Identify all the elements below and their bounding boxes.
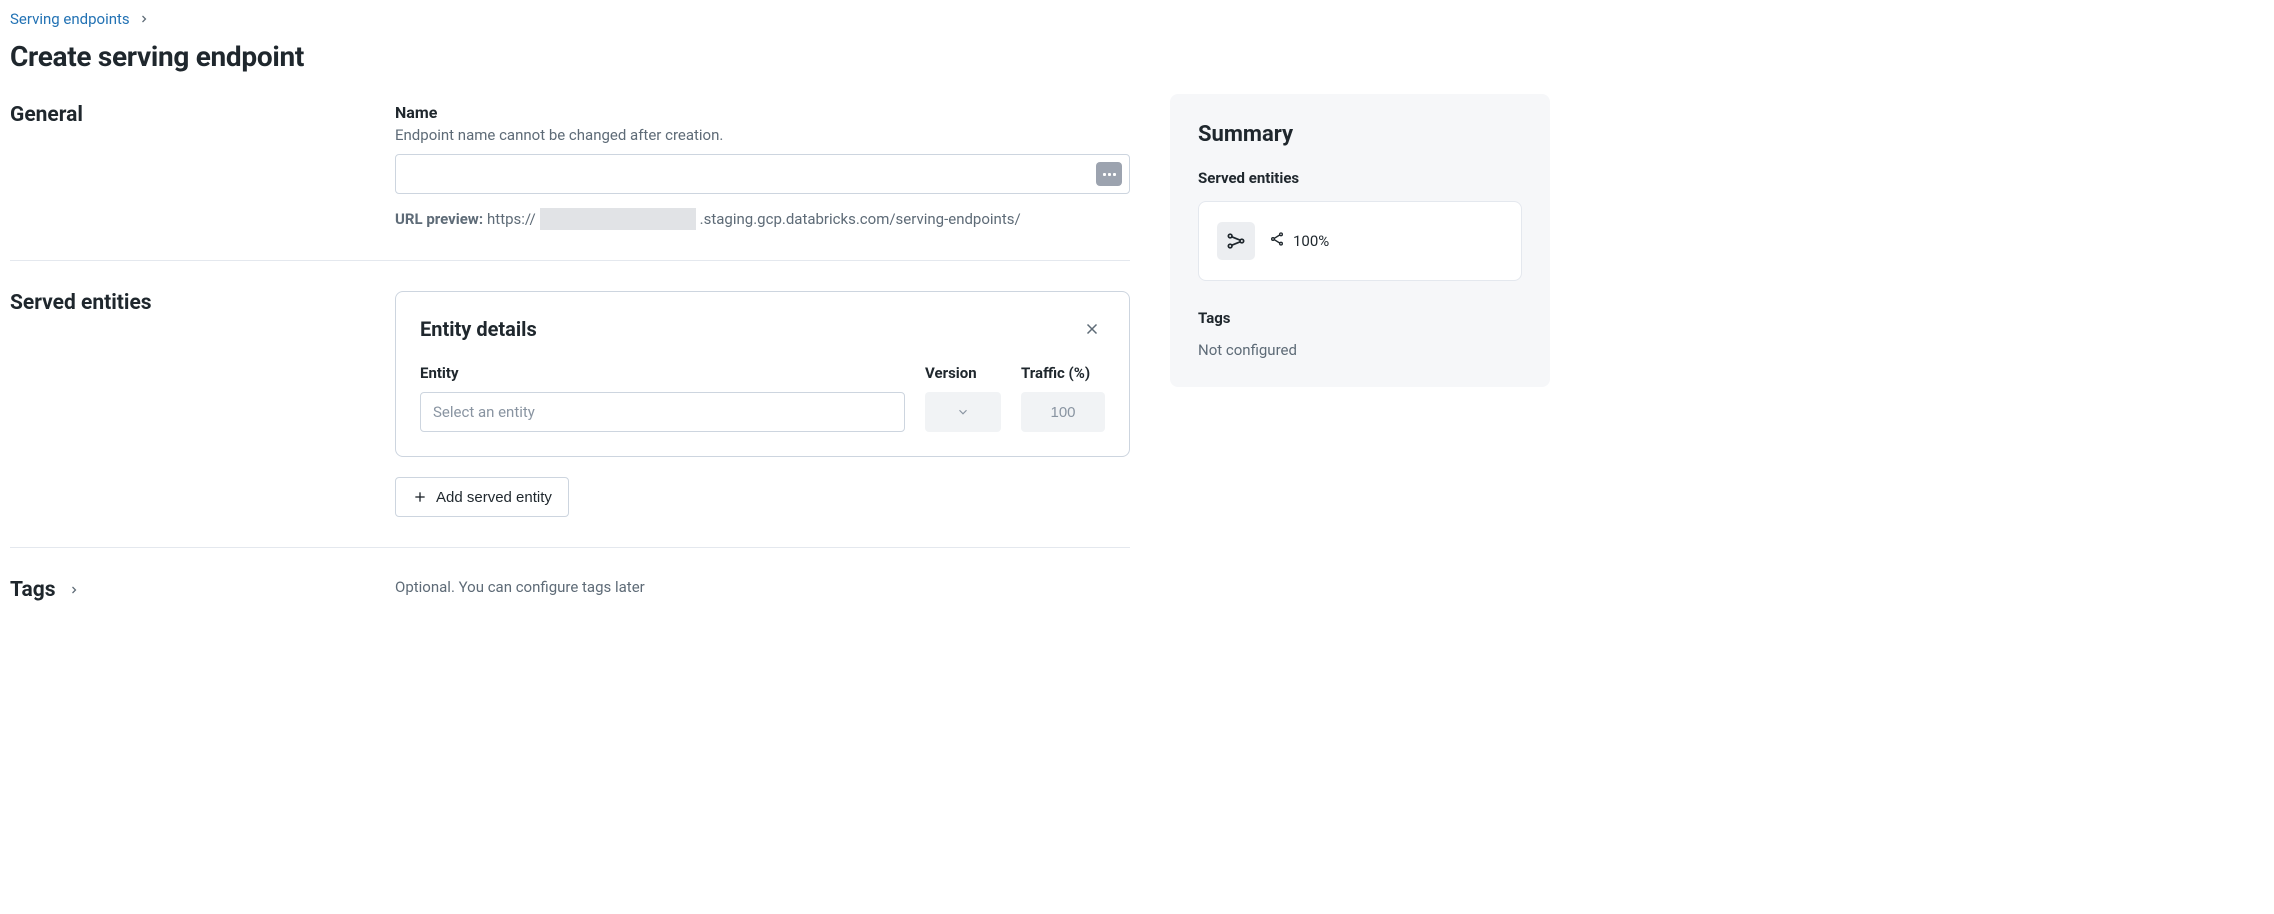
name-field-help: Endpoint name cannot be changed after cr…	[395, 126, 1130, 144]
section-tags: Tags Optional. You can configure tags la…	[10, 547, 1130, 632]
name-field-label: Name	[395, 103, 1130, 122]
section-label-general: General	[10, 103, 395, 127]
summary-title: Summary	[1198, 122, 1522, 147]
url-preview-mask	[540, 208, 696, 230]
breadcrumb-parent-link[interactable]: Serving endpoints	[10, 10, 130, 28]
section-label-served-entities: Served entities	[10, 291, 395, 315]
add-served-entity-label: Add served entity	[436, 489, 552, 506]
entity-details-card: Entity details Entity Select an entity V…	[395, 291, 1130, 457]
url-preview-label: URL preview:	[395, 210, 483, 228]
url-preview-suffix: .staging.gcp.databricks.com/serving-endp…	[700, 210, 1021, 228]
entity-details-title: Entity details	[420, 317, 537, 341]
entity-column-header: Entity	[420, 364, 905, 382]
entity-select[interactable]: Select an entity	[420, 392, 905, 432]
version-column-header: Version	[925, 364, 1001, 382]
chevron-right-icon	[68, 584, 80, 596]
page-title: Create serving endpoint	[10, 40, 1130, 73]
summary-tags-label: Tags	[1198, 309, 1522, 327]
close-icon[interactable]	[1079, 316, 1105, 342]
share-icon	[1269, 231, 1285, 251]
input-suggestion-icon[interactable]	[1096, 162, 1122, 186]
summary-traffic-value: 100%	[1293, 232, 1329, 250]
summary-entity-row: 100%	[1198, 201, 1522, 281]
name-input[interactable]	[395, 154, 1130, 194]
plus-icon	[412, 489, 428, 505]
summary-served-entities-label: Served entities	[1198, 169, 1522, 187]
model-icon	[1217, 222, 1255, 260]
summary-card: Summary Served entities	[1170, 94, 1550, 387]
traffic-input[interactable]	[1021, 392, 1105, 432]
version-select[interactable]	[925, 392, 1001, 432]
tags-label-text: Tags	[10, 578, 56, 602]
section-general: General Name Endpoint name cannot be cha…	[10, 103, 1130, 260]
section-served-entities: Served entities Entity details Entity Se…	[10, 260, 1130, 547]
url-preview: URL preview: https:// .staging.gcp.databr…	[395, 208, 1130, 230]
traffic-column-header: Traffic (%)	[1021, 364, 1105, 382]
chevron-right-icon	[138, 13, 150, 25]
tags-help-text: Optional. You can configure tags later	[395, 578, 1130, 596]
summary-tags-status: Not configured	[1198, 341, 1522, 359]
chevron-down-icon	[956, 405, 970, 419]
section-label-tags[interactable]: Tags	[10, 578, 395, 602]
url-preview-prefix: https://	[487, 210, 536, 228]
add-served-entity-button[interactable]: Add served entity	[395, 477, 569, 517]
breadcrumb: Serving endpoints	[10, 10, 1130, 28]
